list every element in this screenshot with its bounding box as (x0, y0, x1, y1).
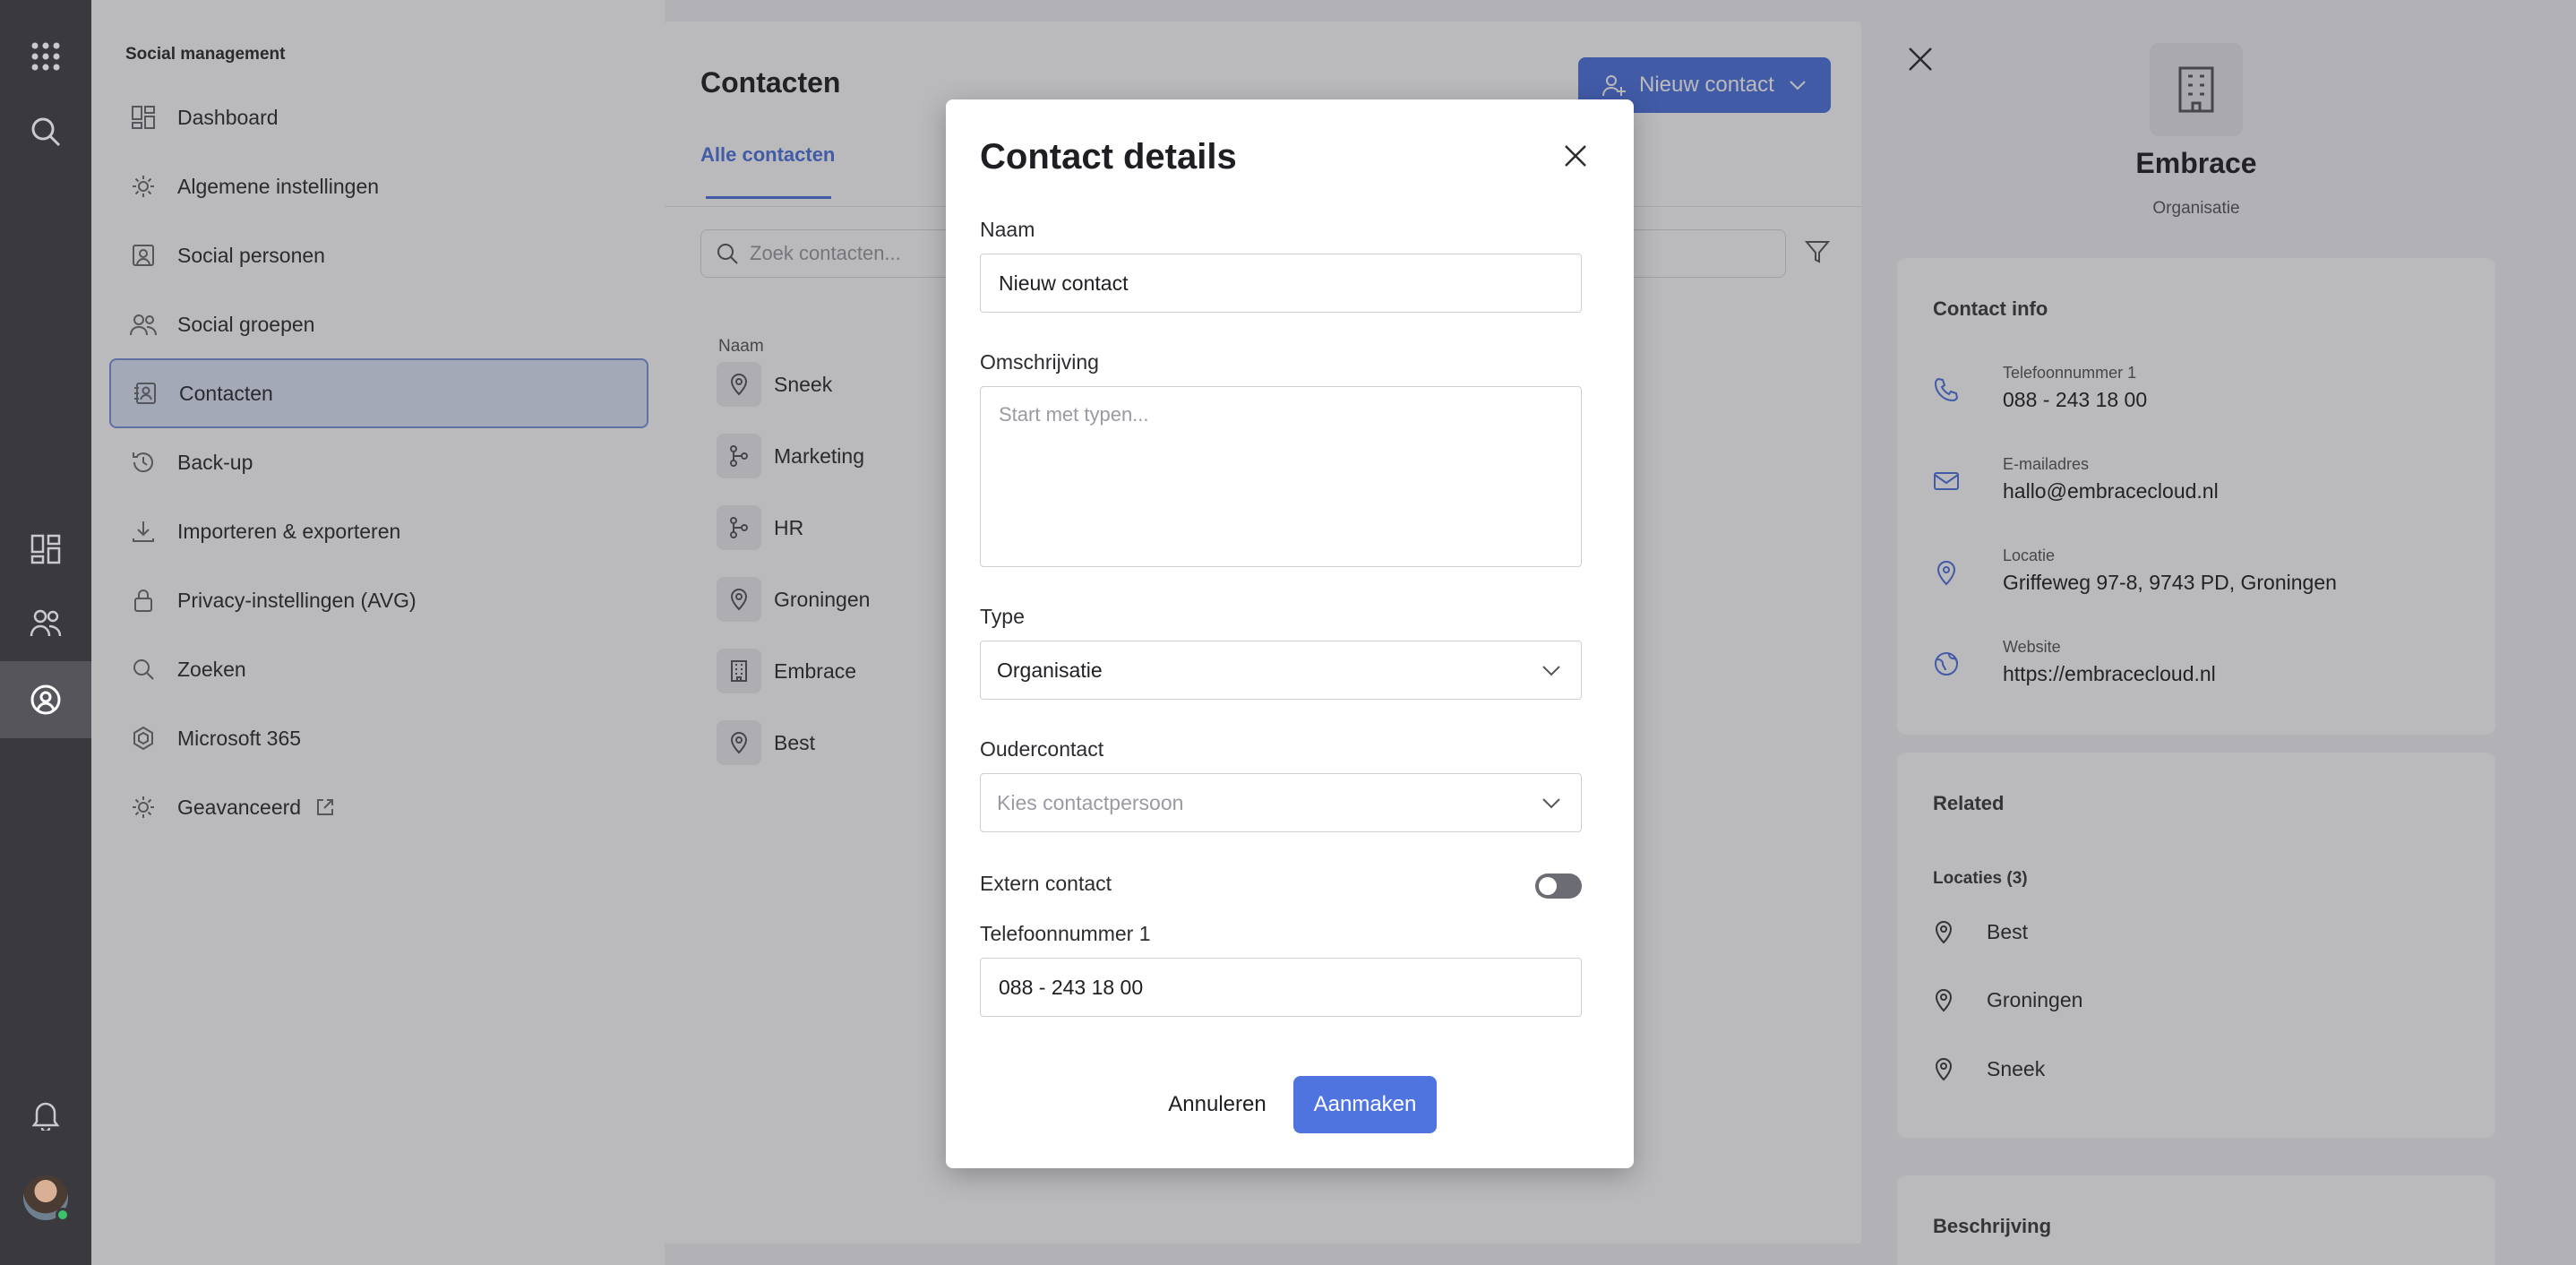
people-icon[interactable] (25, 602, 66, 643)
name-label: Naam (980, 218, 1035, 241)
phone-field[interactable]: 088 - 243 18 00 (980, 958, 1582, 1017)
description-field[interactable]: Start met typen... (980, 386, 1582, 567)
chevron-down-icon (1540, 658, 1563, 682)
online-status-dot (56, 1208, 70, 1222)
type-value: Organisatie (997, 658, 1103, 682)
search-icon[interactable] (25, 111, 66, 152)
contacts-app-icon[interactable] (25, 679, 66, 720)
parent-contact-placeholder: Kies contactpersoon (997, 790, 1184, 814)
dashboard-icon[interactable] (25, 529, 66, 570)
contact-details-dialog: Contact details Naam Nieuw contact Omsch… (946, 99, 1634, 1168)
dialog-title: Contact details (980, 137, 1237, 176)
chevron-down-icon (1540, 791, 1563, 814)
type-select[interactable]: Organisatie (980, 641, 1582, 700)
type-label: Type (980, 605, 1025, 628)
bell-icon[interactable] (25, 1095, 66, 1136)
apps-grid-icon[interactable] (25, 36, 66, 77)
external-contact-toggle[interactable] (1535, 873, 1582, 899)
parent-contact-label: Oudercontact (980, 737, 1104, 761)
parent-contact-select[interactable]: Kies contactpersoon (980, 773, 1582, 832)
phone-label: Telefoonnummer 1 (980, 922, 1151, 945)
cancel-button[interactable]: Annuleren (1161, 1076, 1274, 1133)
description-label: Omschrijving (980, 350, 1099, 374)
create-button[interactable]: Aanmaken (1293, 1076, 1437, 1133)
external-contact-label: Extern contact (980, 872, 1112, 895)
close-icon[interactable] (1560, 141, 1591, 171)
app-rail (0, 0, 91, 1265)
name-field[interactable]: Nieuw contact (980, 254, 1582, 313)
